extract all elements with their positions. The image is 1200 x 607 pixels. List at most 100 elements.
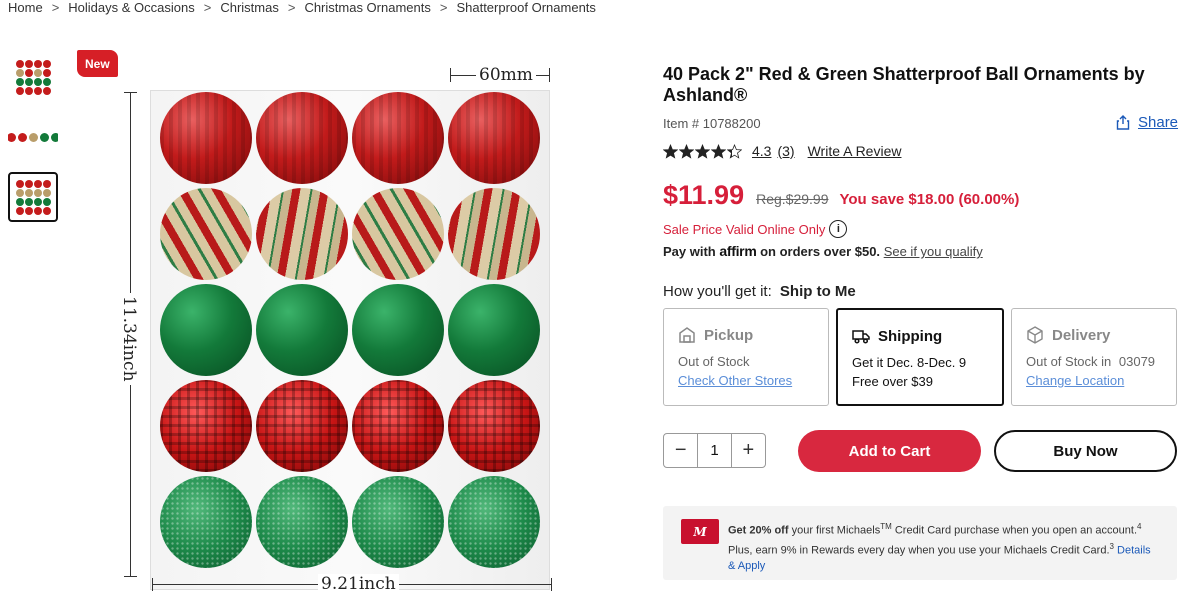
ornament [448,92,540,184]
shipping-option[interactable]: Shipping Get it Dec. 8-Dec. 9 Free over … [836,308,1004,406]
dimension-line [551,578,552,591]
dimension-line [549,68,550,82]
shipping-date: Get it Dec. 8-Dec. 9 [852,355,967,370]
breadcrumb-christmas-ornaments[interactable]: Christmas Ornaments [304,0,430,15]
ornament [256,476,348,568]
affirm-prefix: Pay with [663,244,716,259]
price-row: $11.99 Reg.$29.99 You save $18.00 (60.00… [663,180,1019,211]
ornament [448,380,540,472]
breadcrumb-home[interactable]: Home [8,0,43,15]
ornament-grid [160,92,550,568]
sale-validity: Sale Price Valid Online Only i [663,220,848,238]
dimension-base-label: 9.21inch [318,574,399,594]
sale-price: $11.99 [663,180,745,210]
thumbnail-image [15,179,51,215]
share-icon [1116,115,1130,130]
shipping-free-threshold: Free over $39 [852,374,933,389]
rating-score[interactable]: 4.3 [752,143,771,159]
affirm-suffix: on orders over $50. [760,244,881,259]
thumbnail-image [8,132,58,142]
affirm-qualify-link[interactable]: See if you qualify [884,244,983,259]
change-location-link[interactable]: Change Location [1026,371,1162,390]
fulfillment-label: How you'll get it: Ship to Me [663,283,856,300]
delivery-title: Delivery [1052,326,1111,344]
trademark-sup: TM [880,522,892,531]
product-image[interactable] [110,60,580,600]
review-count[interactable]: (3) [777,143,794,159]
ornament [448,284,540,376]
ornament [160,92,252,184]
ornament [352,284,444,376]
pickup-status: Out of Stock [678,354,750,369]
dimension-height-label: 11.34inch [119,293,139,385]
credit-offer-text1: your first Michaels [791,524,881,537]
credit-card-offer: M Get 20% off your first MichaelsTM Cred… [663,506,1177,580]
breadcrumb-separator: > [51,0,60,15]
credit-offer-bold: Get 20% off [728,524,789,537]
decrease-quantity-button[interactable]: − [664,434,697,467]
ornament [256,380,348,472]
thumbnail-image [15,59,51,95]
dimension-width-label: 60mm [476,65,536,85]
breadcrumb-holidays[interactable]: Holidays & Occasions [68,0,194,15]
ornament [448,476,540,568]
credit-card-image: M [681,519,719,544]
package-icon [1027,326,1043,344]
pickup-option[interactable]: Pickup Out of Stock Check Other Stores [663,308,829,406]
pickup-title: Pickup [704,326,754,344]
thumbnail-3[interactable] [8,172,58,222]
share-button[interactable]: Share [1116,114,1178,131]
item-number: Item # 10788200 [663,116,761,131]
regular-price: Reg.$29.99 [756,191,829,207]
delivery-zip: 03079 [1118,354,1156,369]
buy-now-button[interactable]: Buy Now [994,430,1177,472]
product-title: 40 Pack 2" Red & Green Shatterproof Ball… [663,64,1145,105]
quantity-input[interactable]: 1 [697,434,732,467]
affirm-logo: affirm [719,243,757,259]
breadcrumb: Home > Holidays & Occasions > Christmas > C… [8,0,596,15]
star-icon [695,143,710,159]
truck-icon [852,330,870,344]
shipping-title: Shipping [878,327,943,345]
delivery-option[interactable]: Delivery Out of Stock in 03079 Change Lo… [1011,308,1177,406]
thumbnail-2[interactable] [8,112,58,162]
dimension-line [152,578,153,591]
quantity-stepper: − 1 + [663,433,766,468]
star-icon [663,143,678,159]
ornament [352,188,444,280]
sale-validity-text: Sale Price Valid Online Only [663,221,826,237]
breadcrumb-separator: > [287,0,296,15]
ornament [160,476,252,568]
ornament [256,188,348,280]
footnote-sup: 4 [1137,522,1142,531]
store-icon [679,327,695,343]
star-icon [679,143,694,159]
delivery-status: Out of Stock in 03079 [1026,352,1162,371]
breadcrumb-separator: > [203,0,212,15]
ornament [352,476,444,568]
credit-offer-text2: Credit Card purchase when you open an ac… [894,524,1137,537]
thumbnail-1[interactable] [8,52,58,102]
dimension-line [124,576,137,577]
info-icon[interactable]: i [829,220,848,238]
credit-offer-text3: Plus, earn 9% in Rewards every day when … [728,544,1110,557]
delivery-status-text: Out of Stock in [1026,354,1112,369]
footnote-sup: 3 [1109,541,1114,551]
share-label: Share [1138,114,1179,131]
ornament [352,92,444,184]
star-icon [727,143,742,159]
ornament [256,284,348,376]
breadcrumb-shatterproof[interactable]: Shatterproof Ornaments [456,0,595,15]
dimension-line [124,92,137,93]
write-review-link[interactable]: Write A Review [808,143,902,159]
breadcrumb-separator: > [439,0,448,15]
ornament [160,188,252,280]
ornament [352,380,444,472]
check-other-stores-link[interactable]: Check Other Stores [678,371,814,390]
breadcrumb-christmas[interactable]: Christmas [220,0,279,15]
increase-quantity-button[interactable]: + [732,434,765,467]
add-to-cart-button[interactable]: Add to Cart [798,430,981,472]
rating-row: 4.3 (3) Write A Review [663,143,901,159]
star-icon [711,143,726,159]
ornament [256,92,348,184]
